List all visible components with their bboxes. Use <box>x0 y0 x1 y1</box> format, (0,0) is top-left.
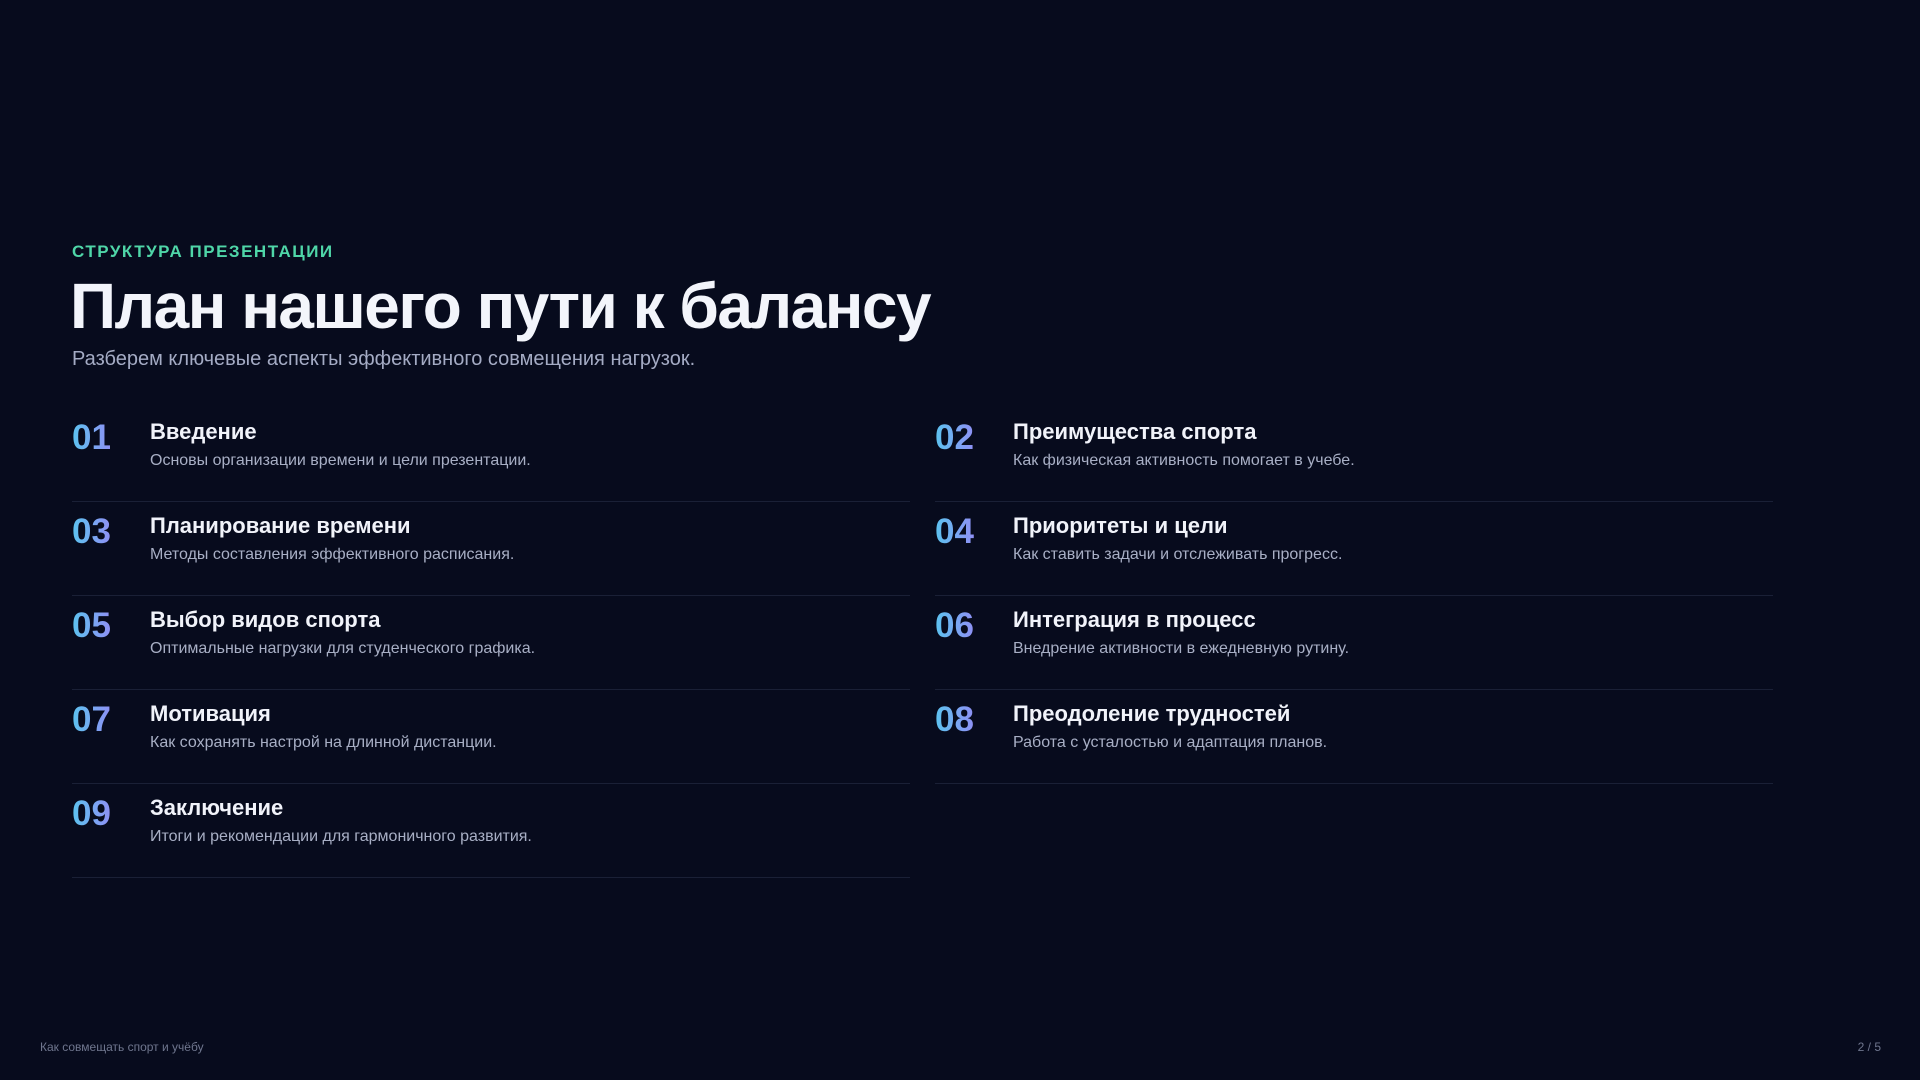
agenda-item-07: 07 Мотивация Как сохранять настрой на дл… <box>72 690 910 784</box>
agenda-item-05: 05 Выбор видов спорта Оптимальные нагруз… <box>72 596 910 690</box>
page-title: План нашего пути к балансу <box>70 270 932 342</box>
agenda-item-description: Основы организации времени и цели презен… <box>150 452 531 469</box>
agenda-item-09: 09 Заключение Итоги и рекомендации для г… <box>72 784 910 878</box>
agenda-item-number: 06 <box>935 606 974 645</box>
agenda-item-number: 08 <box>935 700 974 739</box>
agenda-item-title: Интеграция в процесс <box>1013 607 1256 632</box>
agenda-item-number: 07 <box>72 700 111 739</box>
agenda-item-description: Итоги и рекомендации для гармоничного ра… <box>150 828 532 845</box>
agenda-item-title: Заключение <box>150 795 284 820</box>
agenda-item-number: 09 <box>72 794 111 833</box>
agenda-item-08: 08 Преодоление трудностей Работа с устал… <box>935 690 1773 784</box>
agenda-item-description: Внедрение активности в ежедневную рутину… <box>1013 640 1350 657</box>
agenda-item-number: 03 <box>72 512 111 551</box>
agenda-item-description: Как ставить задачи и отслеживать прогрес… <box>1013 546 1343 563</box>
agenda-item-06: 06 Интеграция в процесс Внедрение активн… <box>935 596 1773 690</box>
footer-page-indicator: 2 / 5 <box>1857 1040 1881 1054</box>
agenda-item-02: 02 Преимущества спорта Как физическая ак… <box>935 408 1773 502</box>
agenda-item-title: Преодоление трудностей <box>1013 701 1291 726</box>
agenda-item-description: Методы составления эффективного расписан… <box>150 546 515 563</box>
page-subtitle: Разберем ключевые аспекты эффективного с… <box>72 348 696 370</box>
agenda-item-number: 04 <box>935 512 974 551</box>
agenda-item-description: Оптимальные нагрузки для студенческого г… <box>150 640 536 657</box>
agenda-item-description: Как физическая активность помогает в уче… <box>1013 452 1355 469</box>
agenda-item-03: 03 Планирование времени Методы составлен… <box>72 502 910 596</box>
agenda-item-title: Введение <box>150 419 257 444</box>
agenda-item-number: 02 <box>935 418 974 457</box>
agenda-item-title: Выбор видов спорта <box>150 607 381 632</box>
footer-presentation-title: Как совмещать спорт и учёбу <box>40 1040 204 1054</box>
agenda-item-04: 04 Приоритеты и цели Как ставить задачи … <box>935 502 1773 596</box>
agenda-item-number: 01 <box>72 418 111 457</box>
agenda-item-title: Планирование времени <box>150 513 411 538</box>
agenda-item-01: 01 Введение Основы организации времени и… <box>72 408 910 502</box>
agenda-item-title: Преимущества спорта <box>1013 419 1257 444</box>
agenda-item-description: Работа с усталостью и адаптация планов. <box>1013 734 1328 751</box>
slide: СТРУКТУРА ПРЕЗЕНТАЦИИ План нашего пути к… <box>0 0 1920 1080</box>
agenda-item-title: Приоритеты и цели <box>1013 513 1228 538</box>
agenda-item-title: Мотивация <box>150 701 271 726</box>
agenda-item-number: 05 <box>72 606 111 645</box>
section-eyebrow: СТРУКТУРА ПРЕЗЕНТАЦИИ <box>72 242 334 261</box>
agenda-item-description: Как сохранять настрой на длинной дистанц… <box>150 734 497 751</box>
